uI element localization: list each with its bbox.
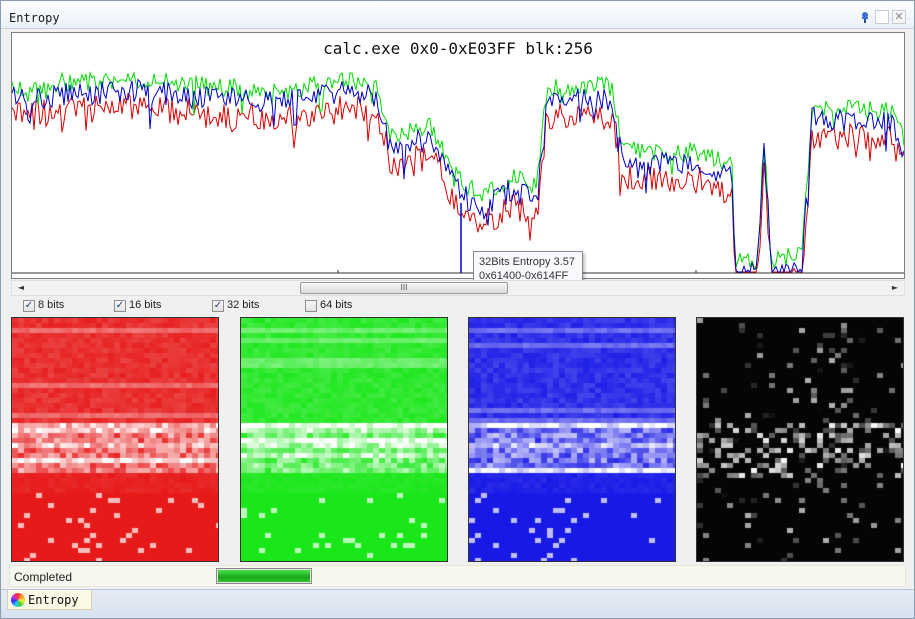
scroll-right-arrow-icon[interactable]: ►: [888, 282, 902, 294]
tab-entropy-label: Entropy: [28, 593, 79, 607]
color-wheel-icon: [11, 593, 25, 607]
tooltip-entropy-value: 32Bits Entropy 3.57: [479, 256, 576, 268]
close-icon[interactable]: ✕: [892, 10, 906, 24]
checkbox-32-bits-box[interactable]: ✓: [212, 300, 224, 312]
maximize-icon[interactable]: [875, 10, 889, 24]
tab-entropy[interactable]: Entropy: [7, 590, 92, 610]
heatmap-32-bits[interactable]: [468, 317, 676, 562]
window-title: Entropy: [9, 11, 60, 25]
pin-icon[interactable]: [858, 10, 872, 24]
tab-bar: Entropy: [1, 589, 914, 618]
entropy-window: Entropy ✕ calc.exe 0x0-0xE03FF blk:256 3…: [0, 0, 915, 619]
title-bar: Entropy ✕: [1, 1, 914, 29]
graph-title: calc.exe 0x0-0xE03FF blk:256: [323, 39, 593, 58]
status-text: Completed: [14, 570, 73, 584]
checkbox-8-bits-label: 8 bits: [38, 299, 65, 311]
progress-bar: [216, 568, 312, 584]
heatmap-16-bits[interactable]: [240, 317, 448, 562]
scroll-thumb[interactable]: III: [300, 282, 508, 294]
checkbox-8-bits-box[interactable]: ✓: [23, 300, 35, 312]
checkbox-64-bits-box[interactable]: [305, 300, 317, 312]
graph-canvas: [12, 71, 904, 274]
checkbox-64-bits-label: 64 bits: [320, 299, 353, 311]
heatmap-64-bits[interactable]: [696, 317, 904, 562]
entropy-graph[interactable]: calc.exe 0x0-0xE03FF blk:256 32Bits Entr…: [11, 32, 905, 287]
status-bar: Completed: [9, 565, 906, 587]
checkbox-32-bits-label: 32 bits: [227, 299, 260, 311]
horizontal-scrollbar[interactable]: ◄ III ►: [11, 280, 905, 296]
heatmap-8-bits[interactable]: [11, 317, 219, 562]
checkbox-16-bits-label: 16 bits: [129, 299, 162, 311]
checkbox-16-bits-box[interactable]: ✓: [114, 300, 126, 312]
progress-fill: [218, 570, 310, 582]
scroll-left-arrow-icon[interactable]: ◄: [14, 282, 28, 294]
